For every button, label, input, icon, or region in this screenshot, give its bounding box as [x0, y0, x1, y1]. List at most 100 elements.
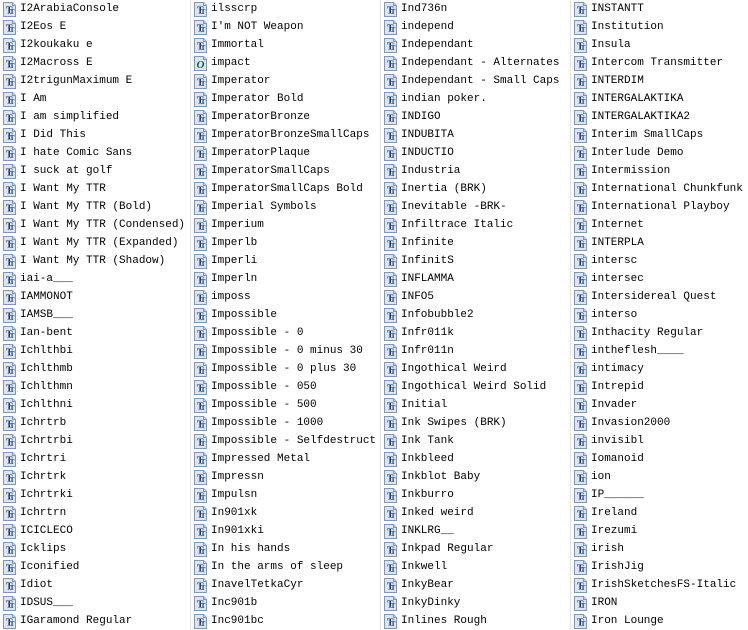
- font-list-item[interactable]: T T Impressed Metal: [191, 450, 380, 468]
- font-list-item[interactable]: T T IGaramond Regular: [0, 612, 190, 630]
- font-list-item[interactable]: T T Insula: [571, 36, 748, 54]
- font-list-item[interactable]: T T INKLRG__: [381, 522, 570, 540]
- font-list-item[interactable]: T Tinvisibl: [571, 432, 748, 450]
- font-list-item[interactable]: T T I2Macross E: [0, 54, 190, 72]
- font-list-item[interactable]: T T Ichrtrk: [0, 468, 190, 486]
- font-list-item[interactable]: T T IP______: [571, 486, 748, 504]
- font-list-item[interactable]: T T Imperli: [191, 252, 380, 270]
- font-list-item[interactable]: T T InavelTetkaCyr: [191, 576, 380, 594]
- font-list-item[interactable]: T T Ind736n: [381, 0, 570, 18]
- font-list-item[interactable]: T T Imperial Symbols: [191, 198, 380, 216]
- font-list-item[interactable]: T T Industria: [381, 162, 570, 180]
- font-list-item[interactable]: T T Impressn: [191, 468, 380, 486]
- font-list-item[interactable]: T T Ichlthmn: [0, 378, 190, 396]
- font-list-item[interactable]: T T Inkwell: [381, 558, 570, 576]
- font-list-item[interactable]: T Tintheflesh____: [571, 342, 748, 360]
- font-list-item[interactable]: T T Immortal: [191, 36, 380, 54]
- font-list-item[interactable]: T T Infr011n: [381, 342, 570, 360]
- font-list-item[interactable]: T T Impossible - 0 plus 30: [191, 360, 380, 378]
- font-list-item[interactable]: T T Interlude Demo: [571, 144, 748, 162]
- font-list-item[interactable]: T T Inlines Rough: [381, 612, 570, 630]
- font-list-item[interactable]: T T Invader: [571, 396, 748, 414]
- font-list-item[interactable]: T T Idiot: [0, 576, 190, 594]
- font-list-item[interactable]: T T Ingothical Weird Solid: [381, 378, 570, 396]
- font-list-item[interactable]: T T Inkburro: [381, 486, 570, 504]
- font-list-item[interactable]: T T ICICLECO: [0, 522, 190, 540]
- font-list-item[interactable]: T T Impossible - 1000: [191, 414, 380, 432]
- font-list-item[interactable]: T T Imperlb: [191, 234, 380, 252]
- font-list-item[interactable]: T Tion: [571, 468, 748, 486]
- font-list-item[interactable]: T T Ichlthbi: [0, 342, 190, 360]
- font-list-item[interactable]: T T IAMMONOT: [0, 288, 190, 306]
- font-list-item[interactable]: T T Imperator Bold: [191, 90, 380, 108]
- font-list-item[interactable]: TTI am simplified: [0, 108, 190, 126]
- font-list-item[interactable]: T T Independant - Alternates: [381, 54, 570, 72]
- font-list-item[interactable]: T T Inthacity Regular: [571, 324, 748, 342]
- font-list-item[interactable]: T T Impossible - 500: [191, 396, 380, 414]
- font-list-item[interactable]: T T INDUBITA: [381, 126, 570, 144]
- font-list-item[interactable]: TTI Want My TTR: [0, 180, 190, 198]
- font-list-item[interactable]: T T Independant: [381, 36, 570, 54]
- font-list-item[interactable]: T T Internet: [571, 216, 748, 234]
- font-list-item[interactable]: T T INDUCTIO: [381, 144, 570, 162]
- font-list-item[interactable]: T T ImperatorSmallCaps: [191, 162, 380, 180]
- font-list-item[interactable]: T T IAMSB___: [0, 306, 190, 324]
- font-list-item[interactable]: T Tintimacy: [571, 360, 748, 378]
- font-list-item[interactable]: T T IrishJig: [571, 558, 748, 576]
- font-list-item[interactable]: T T International Chunkfunk: [571, 180, 748, 198]
- font-list-item[interactable]: T T Inevitable -BRK-: [381, 198, 570, 216]
- font-list-item[interactable]: T Tiai-a___: [0, 270, 190, 288]
- font-list-item[interactable]: T T Icklips: [0, 540, 190, 558]
- font-list-item[interactable]: T T InfinitS: [381, 252, 570, 270]
- font-list-item[interactable]: T T Ichlthmb: [0, 360, 190, 378]
- font-list-item[interactable]: Oimpact: [191, 54, 380, 72]
- font-list-item[interactable]: T T Intrepid: [571, 378, 748, 396]
- font-list-item[interactable]: T T Ink Swipes (BRK): [381, 414, 570, 432]
- font-list-item[interactable]: T T Ichrtrn: [0, 504, 190, 522]
- font-list-item[interactable]: T T INTERGALAKTIKA2: [571, 108, 748, 126]
- font-list-item[interactable]: T T Invasion2000: [571, 414, 748, 432]
- font-list-item[interactable]: T T Inkbleed: [381, 450, 570, 468]
- font-list-item[interactable]: T T ImperatorBronzeSmallCaps: [191, 126, 380, 144]
- font-list-item[interactable]: T T Intersidereal Quest: [571, 288, 748, 306]
- font-list-item[interactable]: T T Independant - Small Caps: [381, 72, 570, 90]
- font-list-item[interactable]: T Tinterso: [571, 306, 748, 324]
- font-list-item[interactable]: T T InkyBear: [381, 576, 570, 594]
- font-list-item[interactable]: T T Ichlthni: [0, 396, 190, 414]
- font-list-item[interactable]: T T In901xk: [191, 504, 380, 522]
- font-list-item[interactable]: T T Iconified: [0, 558, 190, 576]
- font-list-item[interactable]: T Tilsscrp: [191, 0, 380, 18]
- fonts-list-view[interactable]: T T I2ArabiaConsole T T I2Eos E T T I2koukaku eT…: [0, 0, 748, 630]
- font-list-item[interactable]: T T Imperln: [191, 270, 380, 288]
- font-list-item[interactable]: T T Impossible - 0: [191, 324, 380, 342]
- font-list-item[interactable]: T T Ichrtri: [0, 450, 190, 468]
- font-list-item[interactable]: T T Inked weird: [381, 504, 570, 522]
- font-list-item[interactable]: T T Imperium: [191, 216, 380, 234]
- font-list-item[interactable]: T T Imperator: [191, 72, 380, 90]
- font-list-item[interactable]: T T Infiltrace Italic: [381, 216, 570, 234]
- font-list-item[interactable]: T T Infr011k: [381, 324, 570, 342]
- font-list-item[interactable]: TTI Want My TTR (Condensed): [0, 216, 190, 234]
- font-list-item[interactable]: T T IrishSketchesFS-Italic: [571, 576, 748, 594]
- font-list-item[interactable]: T T I2trigunMaximum E: [0, 72, 190, 90]
- font-list-item[interactable]: T T Impossible: [191, 306, 380, 324]
- font-list-item[interactable]: T T ImperatorBronze: [191, 108, 380, 126]
- font-list-item[interactable]: T T Intercom Transmitter: [571, 54, 748, 72]
- font-list-item[interactable]: T T Interim SmallCaps: [571, 126, 748, 144]
- font-list-item[interactable]: T T INTERPLA: [571, 234, 748, 252]
- font-list-item[interactable]: T T I'm NOT Weapon: [191, 18, 380, 36]
- font-list-item[interactable]: T T InkyDinky: [381, 594, 570, 612]
- font-list-item[interactable]: T T Iron Lounge: [571, 612, 748, 630]
- font-list-item[interactable]: T T In the arms of sleep: [191, 558, 380, 576]
- font-list-item[interactable]: T T INSTANTT: [571, 0, 748, 18]
- font-list-item[interactable]: T T IDSUS___: [0, 594, 190, 612]
- font-list-item[interactable]: T T Inkpad Regular: [381, 540, 570, 558]
- font-list-item[interactable]: T T Irezumi: [571, 522, 748, 540]
- font-list-item[interactable]: T T Impossible - Selfdestruct: [191, 432, 380, 450]
- font-list-item[interactable]: T T Impossible - 050: [191, 378, 380, 396]
- font-list-item[interactable]: T Tintersec: [571, 270, 748, 288]
- font-list-item[interactable]: TTI Did This: [0, 126, 190, 144]
- font-list-item[interactable]: T T Iomanoid: [571, 450, 748, 468]
- font-list-item[interactable]: T Tindepend: [381, 18, 570, 36]
- font-list-item[interactable]: T T Inc901b: [191, 594, 380, 612]
